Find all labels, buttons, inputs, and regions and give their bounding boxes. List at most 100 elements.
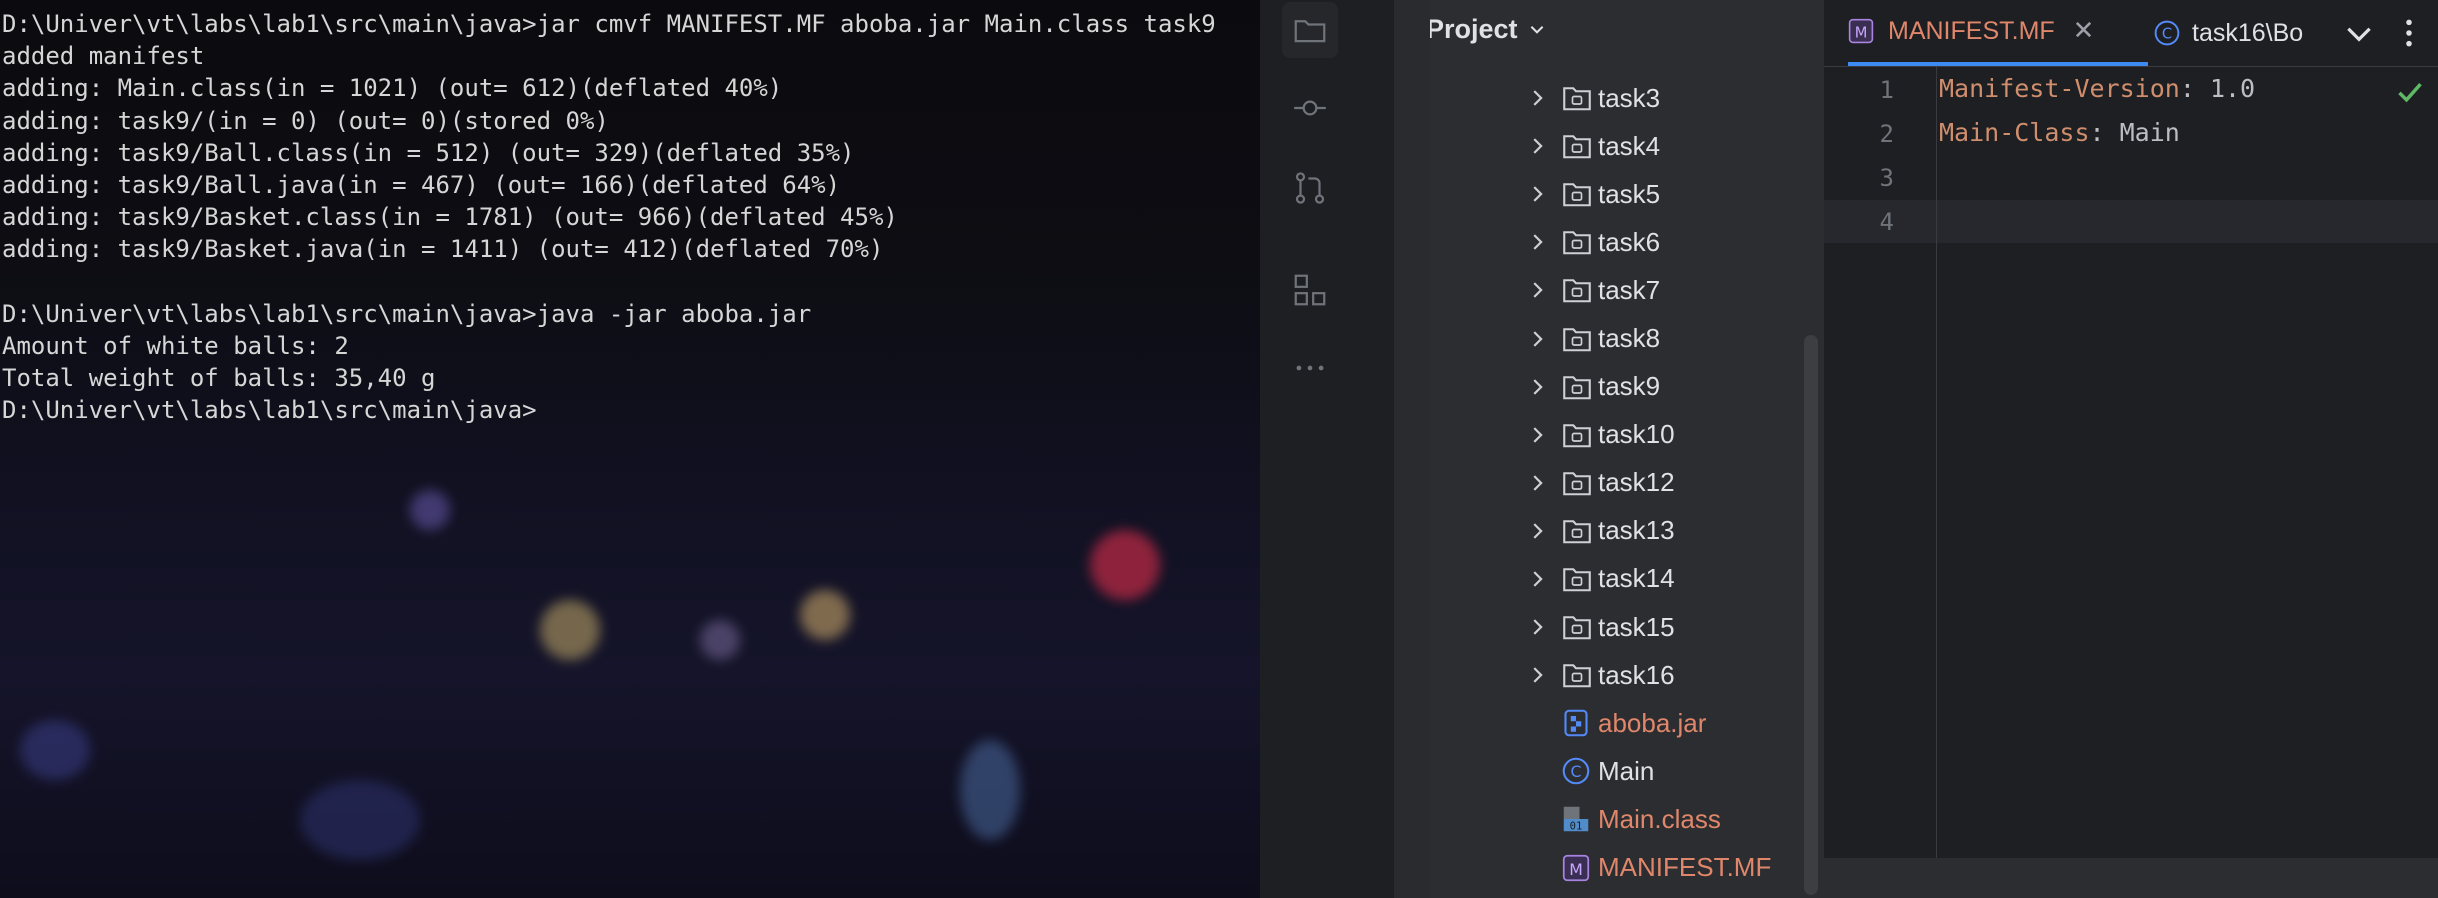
chevron-right-icon[interactable]	[1526, 664, 1548, 686]
manifest-separator: :	[2089, 118, 2120, 147]
tree-item-label: aboba.jar	[1598, 707, 1707, 738]
tree-item-task14[interactable]: task14	[1430, 555, 1810, 603]
terminal-line: adding: task9/Basket.class(in = 1781) (o…	[2, 203, 898, 232]
folder-icon	[1562, 132, 1592, 160]
tree-item-aboba-jar[interactable]: aboba.jar	[1430, 699, 1810, 747]
chevron-right-icon[interactable]	[1526, 87, 1548, 109]
folder-icon	[1562, 373, 1592, 401]
code-line[interactable]: Main-Class: Main	[1939, 118, 2180, 147]
pull-requests-icon[interactable]	[1282, 160, 1338, 216]
chevron-right-icon[interactable]	[1526, 135, 1548, 157]
terminal-line: adding: task9/Basket.java(in = 1411) (ou…	[2, 235, 884, 264]
tree-item-task9[interactable]: task9	[1430, 363, 1810, 411]
terminal-line: adding: task9/Ball.class(in = 512) (out=…	[2, 138, 855, 167]
background-light	[300, 780, 420, 860]
terminal-line: adding: task9/Ball.java(in = 467) (out= …	[2, 170, 841, 199]
tree-item-label: task9	[1598, 371, 1661, 402]
close-icon[interactable]: ✕	[2073, 16, 2095, 46]
tree-item-label: task14	[1598, 563, 1675, 594]
tree-item-task8[interactable]: task8	[1430, 314, 1810, 362]
project-header[interactable]: Project	[1430, 0, 1824, 58]
chevron-right-icon[interactable]	[1526, 328, 1548, 350]
tree-item-label: task3	[1598, 82, 1661, 113]
terminal-line: added manifest	[2, 42, 205, 71]
manifest-value: Main	[2119, 118, 2180, 147]
terminal-line: adding: Main.class(in = 1021) (out= 612)…	[2, 74, 783, 103]
panel-divider[interactable]	[1394, 0, 1430, 898]
tree-item-label: task10	[1598, 419, 1675, 450]
tree-item-task4[interactable]: task4	[1430, 122, 1810, 170]
manifest-value: 1.0	[2209, 74, 2256, 103]
tree-item-task7[interactable]: task7	[1430, 266, 1810, 314]
manifest-key: Manifest-Version	[1939, 74, 2180, 103]
chevron-right-icon[interactable]	[1526, 424, 1548, 446]
tree-item-label: MANIFEST.MF	[1598, 852, 1772, 883]
chevron-right-icon[interactable]	[1526, 279, 1548, 301]
line-number-gutter[interactable]: 1 2 3 4	[1824, 66, 1937, 898]
folder-icon	[1562, 325, 1592, 353]
svg-text:C: C	[1571, 762, 1582, 781]
folder-icon	[1562, 276, 1592, 304]
code-line[interactable]: Manifest-Version: 1.0	[1939, 74, 2255, 103]
chevron-down-icon[interactable]	[2342, 16, 2376, 50]
tab-manifest[interactable]: M MANIFEST.MF ✕	[1848, 0, 2148, 66]
chevron-right-icon[interactable]	[1526, 183, 1548, 205]
svg-text:M: M	[1569, 860, 1583, 879]
commit-icon[interactable]	[1282, 80, 1338, 136]
tree-item-label: task4	[1598, 130, 1661, 161]
line-number: 1	[1879, 76, 1894, 104]
manifest-icon: M	[1848, 18, 1874, 44]
tree-item-label: task15	[1598, 611, 1675, 642]
folder-icon	[1562, 469, 1592, 497]
tree-item-label: task7	[1598, 274, 1661, 305]
tree-item-task12[interactable]: task12	[1430, 459, 1810, 507]
kebab-menu-icon[interactable]	[2392, 16, 2426, 50]
folder-icon	[1562, 661, 1592, 689]
tree-item-task3[interactable]: task3	[1430, 74, 1810, 122]
tree-item-label: task13	[1598, 515, 1675, 546]
chevron-right-icon[interactable]	[1526, 376, 1548, 398]
editor-bottom-bar	[1824, 858, 2438, 898]
class-icon: C	[1562, 757, 1592, 785]
project-tree: task3 task4 task5 task6 task7 task8 task9 task1…	[1430, 74, 1810, 892]
chevron-right-icon[interactable]	[1526, 472, 1548, 494]
folder-icon[interactable]	[1282, 2, 1338, 58]
manifest-icon: M	[1562, 854, 1592, 882]
tree-item-manifest-mf[interactable]: M MANIFEST.MF	[1430, 844, 1810, 892]
tree-item-task10[interactable]: task10	[1430, 411, 1810, 459]
tab-task16[interactable]: C task16\Bo	[2154, 0, 2324, 66]
tree-item-task15[interactable]: task15	[1430, 603, 1810, 651]
terminal-window[interactable]: D:\Univer\vt\labs\lab1\src\main\java>jar…	[0, 0, 1260, 898]
check-icon[interactable]	[2396, 78, 2424, 106]
tree-item-label: task12	[1598, 467, 1675, 498]
chevron-right-icon[interactable]	[1526, 568, 1548, 590]
tool-window-strip	[1260, 0, 1394, 898]
terminal-line: Amount of white balls: 2	[2, 331, 349, 360]
terminal-line: D:\Univer\vt\labs\lab1\src\main\java>jav…	[2, 299, 812, 328]
tree-item-label: Main	[1598, 755, 1655, 786]
tree-item-main-class[interactable]: 01 Main.class	[1430, 795, 1810, 843]
tree-item-task13[interactable]: task13	[1430, 507, 1810, 555]
tree-item-main[interactable]: C Main	[1430, 747, 1810, 795]
tree-item-task6[interactable]: task6	[1430, 218, 1810, 266]
tree-item-label: task16	[1598, 659, 1675, 690]
tree-item-label: task8	[1598, 323, 1661, 354]
background-light	[540, 600, 600, 660]
tree-item-label: task6	[1598, 226, 1661, 257]
chevron-right-icon[interactable]	[1526, 520, 1548, 542]
folder-icon	[1562, 517, 1592, 545]
tree-item-task16[interactable]: task16	[1430, 651, 1810, 699]
background-light	[800, 590, 850, 640]
chevron-down-icon[interactable]	[1528, 20, 1546, 38]
svg-text:C: C	[2162, 26, 2172, 43]
folder-icon	[1562, 84, 1592, 112]
project-title[interactable]: Project	[1430, 14, 1518, 45]
project-scrollbar[interactable]	[1804, 335, 1818, 895]
background-light	[20, 720, 90, 780]
structure-icon[interactable]	[1282, 262, 1338, 318]
tree-item-task5[interactable]: task5	[1430, 170, 1810, 218]
more-icon[interactable]	[1282, 340, 1338, 396]
chevron-right-icon[interactable]	[1526, 231, 1548, 253]
background-light	[410, 490, 450, 530]
chevron-right-icon[interactable]	[1526, 616, 1548, 638]
